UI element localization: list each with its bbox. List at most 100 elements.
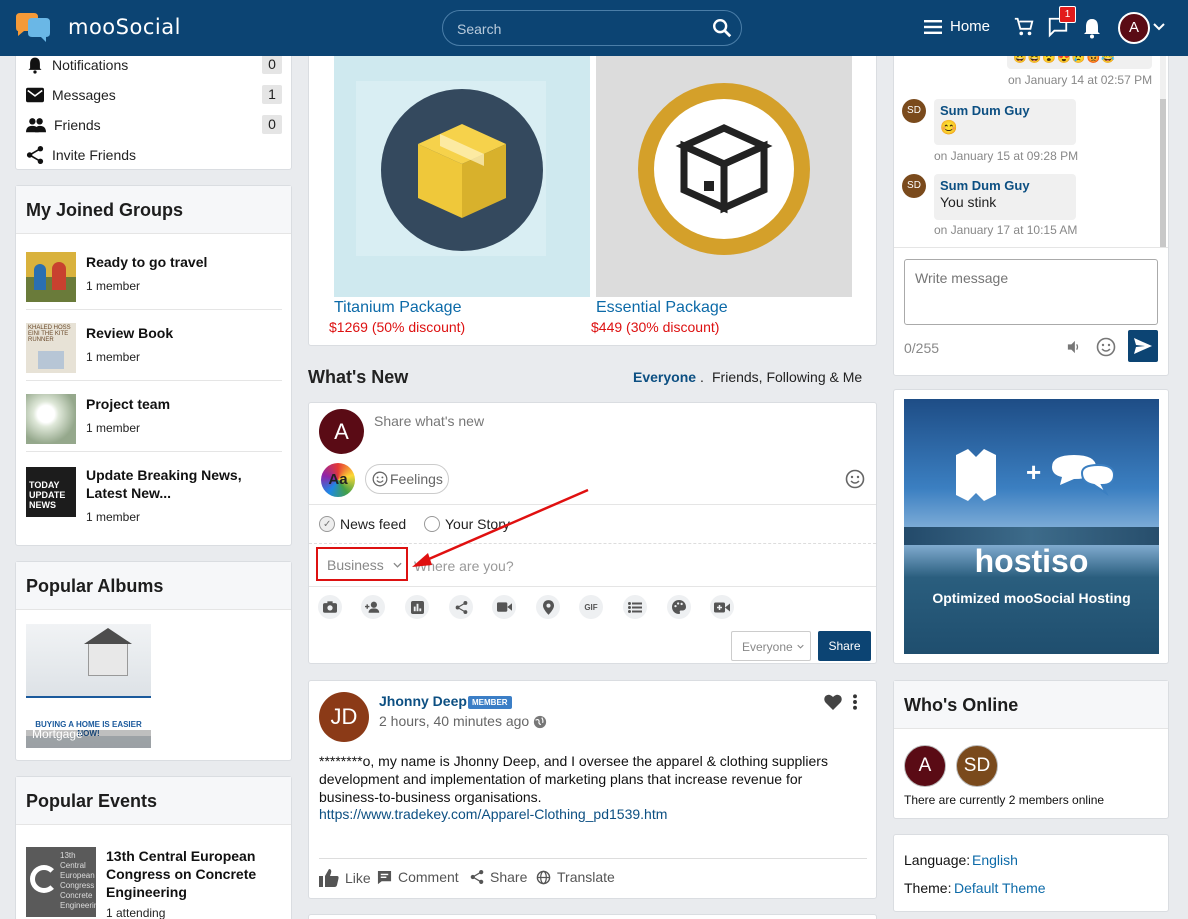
top-header: mooSocial Home 1 A [0, 0, 1188, 56]
chevron-down-icon[interactable] [1153, 22, 1165, 32]
package-price: $449 (30% discount) [591, 319, 720, 335]
moosocial-logo-icon[interactable] [14, 13, 52, 43]
composer-input[interactable]: Share what's new [374, 413, 484, 429]
theme-link[interactable]: Default Theme [954, 880, 1046, 896]
roof-shape [84, 628, 132, 644]
share-link-tool[interactable] [449, 595, 473, 619]
tag-friends-tool[interactable] [361, 595, 385, 619]
share-button[interactable]: Share [818, 631, 871, 661]
like-button[interactable]: Like [319, 869, 371, 887]
category-select[interactable]: Business [327, 557, 384, 573]
group-thumbnail[interactable]: KHALED HOSSEINI THE KITE RUNNER [26, 323, 76, 373]
group-members: 1 member [86, 279, 141, 293]
message-time: on January 17 at 10:15 AM [934, 223, 1078, 237]
menu-label: Invite Friends [52, 147, 137, 163]
privacy-select[interactable]: Everyone [731, 631, 811, 661]
menu-messages[interactable]: Messages 1 [26, 84, 282, 106]
translate-label: Translate [557, 869, 615, 885]
online-user-avatar[interactable]: A [904, 745, 946, 787]
group-thumbnail[interactable]: TODAY UPDATE NEWS [26, 467, 76, 517]
group-item[interactable]: TODAY UPDATE NEWS Update Breaking News, … [26, 459, 282, 539]
language-link[interactable]: English [972, 852, 1018, 868]
joined-groups-box: My Joined Groups Ready to go travel 1 me… [15, 185, 292, 546]
chat-avatar[interactable]: SD [902, 99, 926, 123]
comment-button[interactable]: Comment [377, 869, 459, 885]
group-thumbnail[interactable] [26, 252, 76, 302]
essential-package-image[interactable] [596, 56, 852, 297]
post-author-name[interactable]: Jhonny Deep [379, 693, 467, 709]
group-thumbnail[interactable] [26, 394, 76, 444]
hamburger-icon [924, 19, 942, 34]
chat-avatar[interactable]: SD [902, 174, 926, 198]
event-thumbnail[interactable]: 13th Central European Congress Concrete … [26, 847, 96, 917]
group-name[interactable]: Project team [86, 395, 282, 413]
translate-button[interactable]: Translate [536, 869, 615, 885]
search-box[interactable] [442, 10, 742, 46]
gif-tool[interactable]: GIF [579, 595, 603, 619]
chat-message-input[interactable] [904, 259, 1158, 325]
group-name[interactable]: Review Book [86, 324, 282, 342]
send-button[interactable] [1128, 330, 1158, 362]
home-link[interactable]: Home [924, 18, 990, 35]
radio-checked[interactable]: ✓ [319, 516, 335, 532]
popular-events-box: Popular Events 13th Central European Con… [15, 776, 292, 919]
background-tool[interactable] [667, 595, 691, 619]
group-item[interactable]: KHALED HOSSEINI THE KITE RUNNER Review B… [26, 317, 282, 381]
hosting-logo-icon: + [956, 449, 1114, 501]
comment-icon [377, 870, 392, 884]
filter-friends-following[interactable]: Friends, Following & Me [712, 369, 862, 385]
event-thumb-text: 13th Central European Congress Concrete … [60, 851, 96, 910]
menu-invite-friends[interactable]: Invite Friends [26, 144, 282, 166]
list-tool[interactable] [623, 595, 647, 619]
post-link[interactable]: https://www.tradekey.com/Apparel-Clothin… [319, 806, 667, 822]
hostiso-ad-banner[interactable]: + hostiso Optimized mooSocial Hosting [904, 399, 1159, 654]
chat-sender[interactable]: Sum Dum Guy [940, 178, 1070, 193]
menu-friends[interactable]: Friends 0 [26, 114, 282, 136]
bell-icon[interactable] [1082, 17, 1102, 39]
map-pin-icon [542, 599, 554, 615]
emoji-icon[interactable] [1096, 337, 1116, 357]
user-avatar[interactable]: A [1118, 12, 1150, 44]
app-name[interactable]: mooSocial [68, 15, 181, 39]
location-tool[interactable] [536, 595, 560, 619]
house-shape [88, 642, 128, 676]
group-item[interactable]: Project team 1 member [26, 388, 282, 452]
group-name[interactable]: Update Breaking News, Latest New... [86, 466, 282, 502]
more-options-icon[interactable] [852, 694, 858, 710]
online-title: Who's Online [894, 681, 1168, 729]
group-item[interactable]: Ready to go travel 1 member [26, 246, 282, 310]
post-author-avatar[interactable]: JD [319, 692, 369, 742]
event-name[interactable]: 13th Central European Congress on Concre… [106, 847, 284, 901]
search-icon[interactable] [711, 17, 733, 39]
group-name[interactable]: Ready to go travel [86, 253, 282, 271]
album-thumbnail[interactable]: BUYING A HOME IS EASIER NOW! Mortgage [26, 624, 151, 748]
package-outline-icon [638, 83, 810, 255]
chat-sender[interactable]: Sum Dum Guy [940, 103, 1070, 118]
package-name[interactable]: Titanium Package [334, 299, 461, 317]
speaker-icon[interactable] [1067, 340, 1081, 354]
filter-everyone[interactable]: Everyone [633, 369, 696, 385]
heart-icon[interactable] [824, 694, 842, 710]
photo-tool[interactable] [318, 595, 342, 619]
chat-scrollbar[interactable] [1160, 41, 1166, 247]
text-style-button[interactable]: Aa [321, 463, 355, 497]
emoji-icon[interactable] [845, 469, 865, 489]
next-post [308, 914, 877, 919]
package-name[interactable]: Essential Package [596, 299, 728, 317]
option-news-feed[interactable]: ✓ News feed [319, 516, 406, 532]
share-post-button[interactable]: Share [470, 869, 527, 885]
post-time[interactable]: 2 hours, 40 minutes ago [379, 713, 529, 729]
chat-bubble: Sum Dum Guy You stink [934, 174, 1076, 220]
package-box-icon [356, 81, 546, 256]
search-input[interactable] [457, 19, 697, 39]
whos-online-box: Who's Online A SD There are currently 2 … [893, 680, 1169, 819]
video-tool[interactable] [492, 595, 516, 619]
live-video-tool[interactable] [710, 595, 734, 619]
online-user-avatar[interactable]: SD [956, 745, 998, 787]
poll-tool[interactable] [405, 595, 429, 619]
smiley-icon [372, 471, 388, 487]
titanium-package-image[interactable] [334, 56, 590, 297]
menu-notifications[interactable]: Notifications 0 [26, 54, 282, 76]
share-label: Share [490, 869, 528, 885]
cart-icon[interactable] [1013, 16, 1035, 38]
